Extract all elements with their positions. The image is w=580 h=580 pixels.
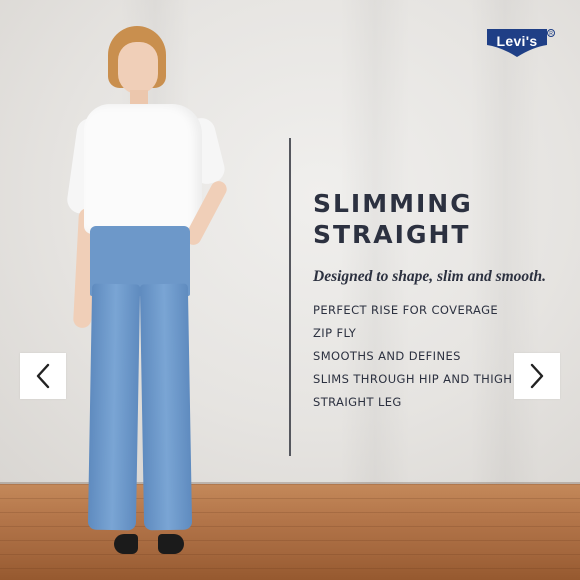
levis-logo: R Levi's [485, 27, 557, 57]
title-line-2: STRAIGHT [313, 220, 471, 249]
model-photo [60, 22, 250, 570]
jeans-leg-left [87, 283, 141, 531]
feature-item: PERFECT RISE FOR COVERAGE [313, 303, 499, 317]
carousel-prev-button[interactable] [20, 353, 66, 399]
product-title: SLIMMING STRAIGHT [313, 188, 568, 250]
logo-wordmark: Levi's [496, 33, 538, 49]
shoe-left [114, 534, 138, 554]
shoe-right [158, 534, 184, 554]
product-slide: R Levi's SLIMMING STRAIGHT Designed to s… [0, 0, 580, 580]
chevron-right-icon [530, 363, 544, 389]
jeans-leg-right [139, 283, 193, 531]
product-tagline: Designed to shape, slim and smooth. [313, 268, 546, 285]
title-line-1: SLIMMING [313, 189, 473, 218]
chevron-left-icon [36, 363, 50, 389]
feature-item: ZIP FLY [313, 326, 357, 340]
model-face [118, 42, 158, 94]
vertical-divider [289, 138, 291, 456]
svg-text:R: R [549, 31, 553, 37]
carousel-next-button[interactable] [514, 353, 560, 399]
model-white-shirt [84, 104, 202, 234]
